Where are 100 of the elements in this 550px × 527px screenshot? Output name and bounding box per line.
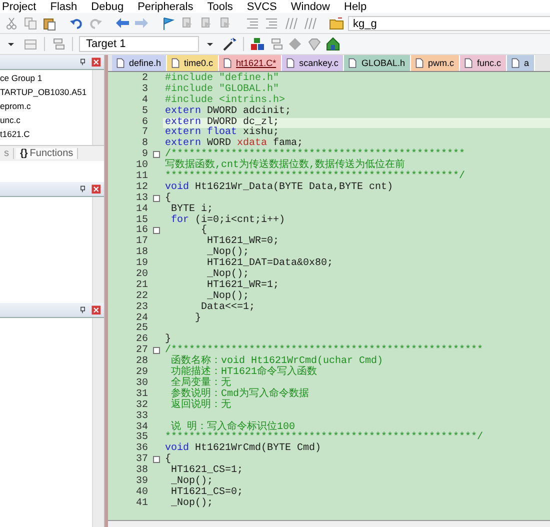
file-icon[interactable] <box>510 58 521 68</box>
code-line: extern DWORD adcinit; <box>164 106 292 117</box>
tree-item[interactable]: eprom.c <box>0 99 92 113</box>
code-line: 返回说明：无 <box>170 400 232 412</box>
code-line: BYTE i; <box>170 204 214 215</box>
code-line: } <box>194 314 202 324</box>
tree-item[interactable]: t1621.C <box>0 127 92 141</box>
tree-item[interactable]: unc.c <box>0 113 92 127</box>
target-select[interactable]: Target 1 <box>79 36 199 52</box>
file-icon[interactable] <box>115 58 126 68</box>
wand-icon[interactable] <box>222 36 237 52</box>
close-icon[interactable] <box>91 304 102 316</box>
file-icon[interactable] <box>170 58 182 68</box>
line-number: 9 <box>142 150 149 160</box>
code-line: HT1621_WR=1; <box>206 280 280 291</box>
line-number: 26 <box>134 335 149 346</box>
code-line: /**************************************************** <box>164 346 484 356</box>
tree-item[interactable]: ce Group 1 <box>0 71 92 85</box>
line-number: 29 <box>134 368 149 378</box>
file-tab[interactable]: scankey.c <box>282 55 344 71</box>
line-number: 2 <box>140 74 149 84</box>
menu-item[interactable]: Tools <box>207 0 233 12</box>
file-icon[interactable] <box>222 58 234 68</box>
code-line: 参数说明：Cmd为写入命令数据 <box>170 390 310 400</box>
gem-icon[interactable] <box>307 36 322 52</box>
fold-toggle-icon[interactable] <box>153 227 160 234</box>
file-tab[interactable]: time0.c <box>167 55 220 71</box>
code-line: HT1621_WR=0; <box>206 237 280 248</box>
code-line: _Nop(); <box>206 270 250 280</box>
menu-item[interactable]: Window <box>290 0 330 12</box>
cut-icon[interactable] <box>4 16 19 30</box>
comment-icon[interactable] <box>302 16 317 30</box>
fold-toggle-icon[interactable] <box>153 347 160 354</box>
blocks-icon[interactable] <box>250 36 265 52</box>
find-field[interactable]: kg_g <box>348 16 550 30</box>
line-number: 32 <box>134 400 149 411</box>
line-number: 3 <box>140 84 149 95</box>
code-line: HT1621_DAT=Data&0x80; <box>206 259 334 270</box>
stack-icon[interactable] <box>51 36 66 52</box>
fold-toggle-icon[interactable] <box>153 151 160 158</box>
scrollbar[interactable] <box>92 197 104 303</box>
folder-icon[interactable] <box>329 16 344 30</box>
line-number: 13 <box>134 194 149 204</box>
line-number: 25 <box>134 324 149 334</box>
line-number: 30 <box>134 378 149 389</box>
fold-toggle-icon[interactable] <box>153 194 160 202</box>
line-number: 23 <box>134 302 149 313</box>
line-number: 10 <box>134 161 149 172</box>
line-number: 24 <box>134 314 149 324</box>
code-line: _Nop(); <box>206 292 250 302</box>
line-number: 34 <box>134 422 149 432</box>
line-number: 12 <box>134 182 149 193</box>
indent-icon[interactable] <box>264 16 279 30</box>
file-icon[interactable] <box>347 58 358 68</box>
file-icon[interactable] <box>285 58 296 68</box>
line-number: 41 <box>134 498 149 510</box>
close-icon[interactable] <box>91 184 102 194</box>
code-line: _Nop(); <box>206 248 250 258</box>
line-number: 8 <box>140 139 149 150</box>
line-number: 39 <box>134 476 149 487</box>
file-tab[interactable]: ht1621.C* <box>219 55 282 71</box>
paste-icon[interactable] <box>42 16 57 30</box>
back-arrow-icon[interactable] <box>115 16 130 30</box>
code-line: { <box>164 455 172 466</box>
menu-item[interactable]: Peripherals <box>138 0 194 12</box>
close-icon[interactable] <box>91 56 102 68</box>
panel-tab[interactable]: {} Functions <box>16 148 78 159</box>
line-number: 14 <box>134 204 149 215</box>
file-tab[interactable]: pwm.c <box>410 55 460 71</box>
code-line: { <box>164 194 172 205</box>
flag-icon[interactable] <box>161 16 176 30</box>
line-number: 40 <box>134 488 149 498</box>
file-icon[interactable] <box>414 58 425 68</box>
file-tab[interactable]: func.c <box>460 55 507 71</box>
code-line: *************************************************/ <box>164 172 466 182</box>
code-line: 说 明：写入命令标识位100 <box>171 422 296 432</box>
menu-item[interactable]: Debug <box>91 0 124 12</box>
line-number: 21 <box>134 280 149 291</box>
fold-toggle-icon[interactable] <box>153 456 160 464</box>
scrollbar[interactable] <box>92 318 104 527</box>
file-tab[interactable]: GLOBAL.h <box>344 55 411 71</box>
file-tab[interactable]: a <box>507 55 536 71</box>
menu-item[interactable]: Help <box>344 0 367 12</box>
code-line: ****************************************************/ <box>164 433 484 444</box>
line-number: 4 <box>140 96 149 106</box>
code-line: extern float xishu; <box>164 128 280 138</box>
house-icon[interactable] <box>326 36 341 52</box>
code-line: HT1621_CS=0; <box>170 488 244 498</box>
indent-icon[interactable] <box>245 16 260 30</box>
code-line: #include <intrins.h> <box>164 96 286 106</box>
menu-item[interactable]: SVCS <box>246 0 277 12</box>
menu-item[interactable]: Project <box>2 0 36 12</box>
line-number: 38 <box>134 466 149 476</box>
stack-icon[interactable] <box>269 36 284 52</box>
tree-item[interactable]: TARTUP_OB1030.A51 <box>0 85 92 99</box>
comment-icon[interactable] <box>283 16 298 30</box>
scrollbar[interactable] <box>92 70 104 145</box>
file-icon[interactable] <box>462 58 474 68</box>
file-tab[interactable]: define.h <box>112 55 168 71</box>
menu-item[interactable]: Flash <box>50 0 78 12</box>
